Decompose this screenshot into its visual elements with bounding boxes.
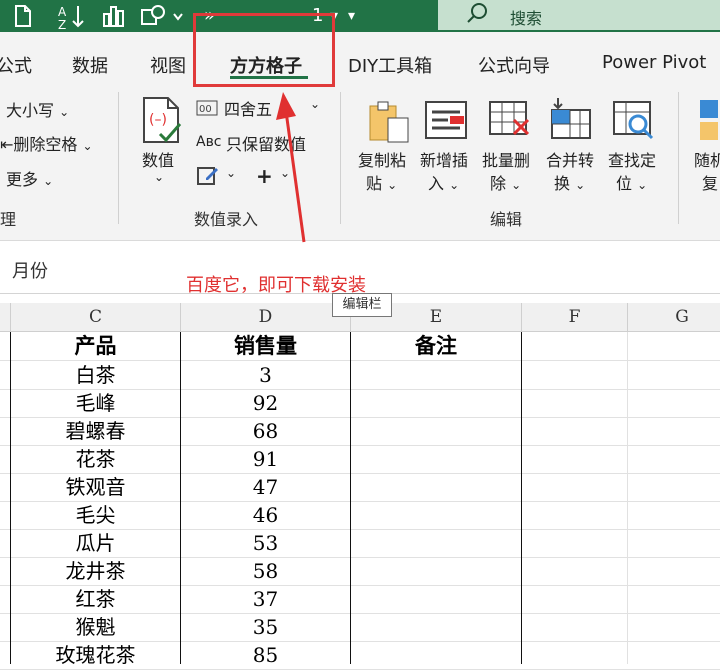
arrow-head-icon (276, 92, 296, 120)
tooltip: 编辑栏 (332, 293, 392, 317)
annotation-arrow-layer (276, 92, 306, 243)
annotation-arrow (283, 103, 306, 243)
